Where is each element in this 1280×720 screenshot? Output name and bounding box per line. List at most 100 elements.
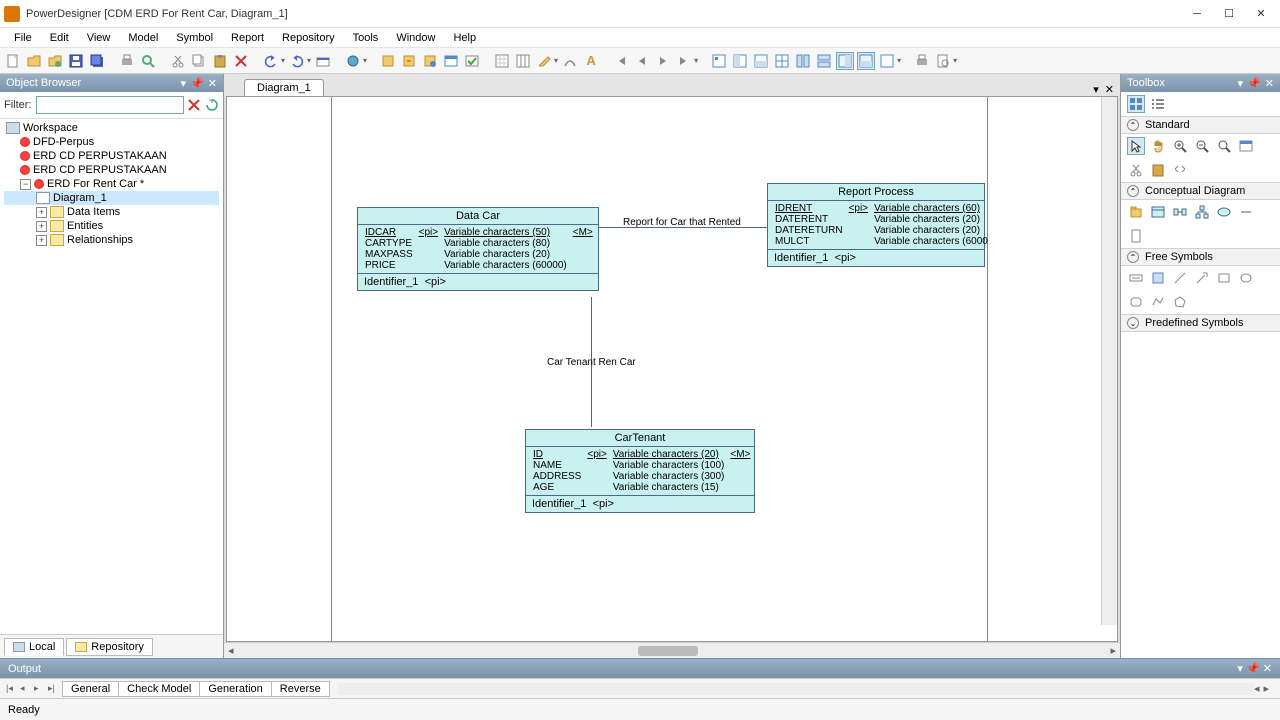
rectangle-icon[interactable] — [1215, 269, 1233, 287]
zoom-fit-icon[interactable] — [1215, 137, 1233, 155]
tree-model[interactable]: −ERD For Rent Car * — [4, 177, 219, 191]
folder-model-icon[interactable] — [46, 52, 64, 70]
panel-dropdown-icon[interactable]: ▾ — [1237, 663, 1243, 675]
vertical-scrollbar[interactable] — [1101, 97, 1117, 625]
menu-window[interactable]: Window — [388, 30, 443, 46]
entity-data-car[interactable]: Data Car IDCAR<pi>Variable characters (5… — [357, 207, 599, 291]
find-icon[interactable] — [139, 52, 157, 70]
layout6-icon[interactable] — [815, 52, 833, 70]
arrow-icon[interactable] — [1193, 269, 1211, 287]
menu-repository[interactable]: Repository — [274, 30, 343, 46]
tree-folder[interactable]: +Data Items — [4, 205, 219, 219]
undo-icon[interactable] — [262, 52, 280, 70]
line-tool-icon[interactable] — [1171, 269, 1189, 287]
section-free[interactable]: ⌃Free Symbols — [1121, 248, 1280, 266]
generate-icon[interactable] — [379, 52, 397, 70]
menu-tools[interactable]: Tools — [345, 30, 387, 46]
globe-icon[interactable] — [344, 52, 362, 70]
panel-dropdown-icon[interactable]: ▾ — [1238, 77, 1244, 90]
layout1-icon[interactable] — [710, 52, 728, 70]
layout7-icon[interactable] — [836, 52, 854, 70]
columns-icon[interactable] — [514, 52, 532, 70]
layout3-icon[interactable] — [752, 52, 770, 70]
polygon-icon[interactable] — [1171, 293, 1189, 311]
refresh-icon[interactable] — [205, 97, 219, 113]
tree-model[interactable]: ERD CD PERPUSTAKAAN — [4, 149, 219, 163]
new-icon[interactable] — [4, 52, 22, 70]
note-icon[interactable] — [1149, 269, 1167, 287]
panel-pin-icon[interactable]: 📌 — [1246, 663, 1260, 675]
panel-pin-icon[interactable]: 📌 — [1247, 77, 1261, 90]
print-icon[interactable] — [118, 52, 136, 70]
cut2-icon[interactable] — [1127, 161, 1145, 179]
menu-symbol[interactable]: Symbol — [168, 30, 221, 46]
panel-close-icon[interactable]: ✕ — [1265, 77, 1274, 90]
menu-help[interactable]: Help — [445, 30, 484, 46]
section-standard[interactable]: ⌃Standard — [1121, 116, 1280, 134]
entity-report-process[interactable]: Report Process IDRENT<pi>Variable charac… — [767, 183, 985, 267]
pencil-icon[interactable] — [535, 52, 553, 70]
section-predefined[interactable]: ⌄Predefined Symbols — [1121, 314, 1280, 332]
output-tab-general[interactable]: General — [62, 681, 119, 697]
pointer-icon[interactable] — [1127, 137, 1145, 155]
nav-next-icon[interactable] — [654, 52, 672, 70]
cut-icon[interactable] — [169, 52, 187, 70]
menu-file[interactable]: File — [6, 30, 40, 46]
entity-icon[interactable] — [1149, 203, 1167, 221]
print2-icon[interactable] — [913, 52, 931, 70]
save-icon[interactable] — [67, 52, 85, 70]
layout4-icon[interactable] — [773, 52, 791, 70]
output-scrollbar[interactable] — [338, 683, 1254, 695]
spline-icon[interactable] — [561, 52, 579, 70]
link-icon[interactable] — [1237, 203, 1255, 221]
section-conceptual[interactable]: ⌃Conceptual Diagram — [1121, 182, 1280, 200]
inheritance-icon[interactable] — [1193, 203, 1211, 221]
association-icon[interactable] — [1215, 203, 1233, 221]
tab-local[interactable]: Local — [4, 638, 64, 656]
menu-model[interactable]: Model — [120, 30, 166, 46]
tab-nav-next-icon[interactable]: ▸ — [34, 683, 48, 694]
file-icon[interactable] — [1127, 227, 1145, 245]
generate2-icon[interactable] — [400, 52, 418, 70]
tab-repository[interactable]: Repository — [66, 638, 153, 656]
layout9-icon[interactable] — [878, 52, 896, 70]
check-icon[interactable] — [463, 52, 481, 70]
tree-model[interactable]: DFD-Perpus — [4, 135, 219, 149]
title-icon[interactable] — [1127, 269, 1145, 287]
save-all-icon[interactable] — [88, 52, 106, 70]
nav-prev-icon[interactable] — [633, 52, 651, 70]
copy-icon[interactable] — [190, 52, 208, 70]
clear-filter-icon[interactable] — [188, 97, 202, 113]
menu-report[interactable]: Report — [223, 30, 272, 46]
tab-nav-last-icon[interactable]: ▸| — [48, 683, 62, 694]
polyline-icon[interactable] — [1149, 293, 1167, 311]
tree-model[interactable]: ERD CD PERPUSTAKAAN — [4, 163, 219, 177]
paste-icon[interactable] — [211, 52, 229, 70]
rounded-rect-icon[interactable] — [1127, 293, 1145, 311]
relationship-label[interactable]: Report for Car that Rented — [623, 217, 741, 228]
list-view-icon[interactable] — [1149, 95, 1167, 113]
expand-icon[interactable] — [1171, 161, 1189, 179]
layout8-icon[interactable] — [857, 52, 875, 70]
relationship-label[interactable]: Car Tenant Ren Car — [547, 357, 636, 368]
grid-icon[interactable] — [493, 52, 511, 70]
hand-icon[interactable] — [1149, 137, 1167, 155]
tab-nav-first-icon[interactable]: |◂ — [6, 683, 20, 694]
scroll-right-icon[interactable]: ▸ — [1264, 682, 1270, 695]
layout2-icon[interactable] — [731, 52, 749, 70]
close-button[interactable]: ✕ — [1254, 7, 1268, 21]
nav-last-icon[interactable] — [675, 52, 693, 70]
panel-close-icon[interactable]: ✕ — [208, 77, 217, 90]
tree-workspace[interactable]: Workspace — [4, 121, 219, 135]
tab-diagram[interactable]: Diagram_1 — [244, 79, 324, 96]
open-icon[interactable] — [25, 52, 43, 70]
panel-pin-icon[interactable]: 📌 — [190, 77, 204, 90]
window-icon[interactable] — [442, 52, 460, 70]
output-tab-check[interactable]: Check Model — [119, 681, 200, 697]
properties2-icon[interactable] — [1237, 137, 1255, 155]
grid-view-icon[interactable] — [1127, 95, 1145, 113]
delete-icon[interactable] — [232, 52, 250, 70]
zoom-in-icon[interactable] — [1171, 137, 1189, 155]
package-icon[interactable] — [1127, 203, 1145, 221]
tab-nav-prev-icon[interactable]: ◂ — [20, 683, 34, 694]
